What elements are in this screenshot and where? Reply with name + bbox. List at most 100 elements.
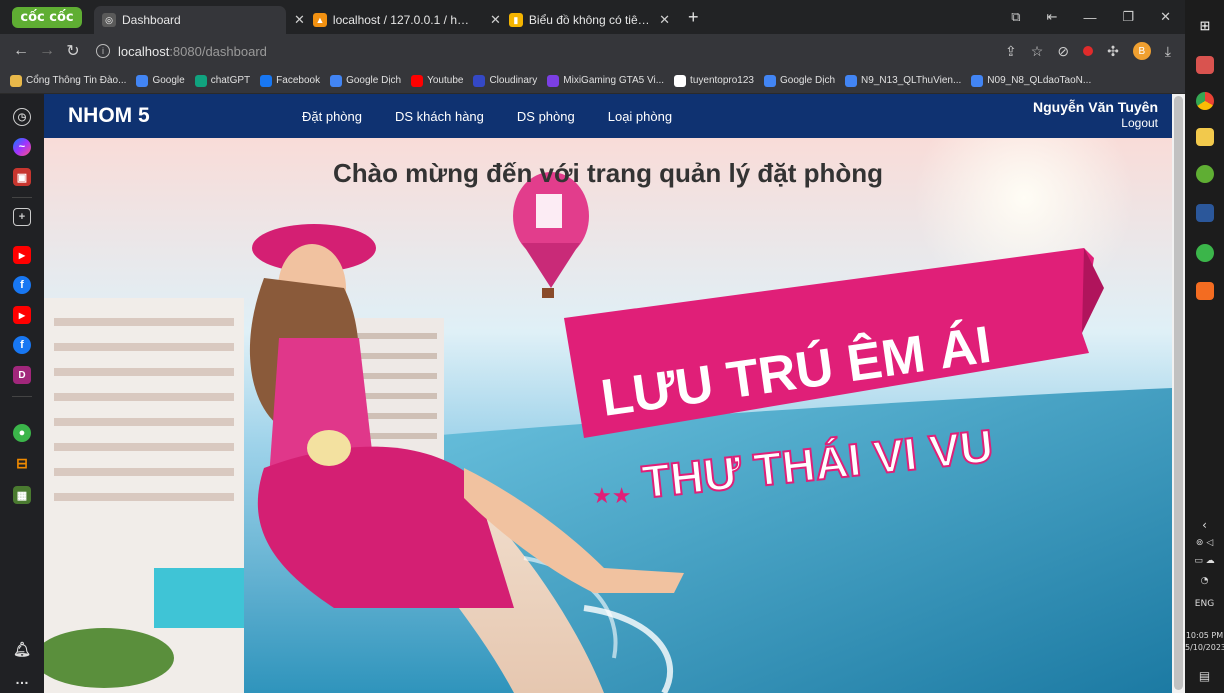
tab-dashboard[interactable]: ◎ Dashboard xyxy=(94,6,286,34)
app-navbar: NHOM 5 Đặt phòng DS khách hàng DS phòng … xyxy=(44,94,1172,138)
bookmark-item[interactable]: Google Dịch xyxy=(330,74,402,87)
page-title: Chào mừng đến với trang quản lý đặt phòn… xyxy=(332,158,884,188)
tab-label: Biểu đồ không có tiêu đề - d… xyxy=(528,13,653,27)
tab-label: localhost / 127.0.0.1 / hms / … xyxy=(332,13,474,27)
youtube-icon[interactable]: ▶ xyxy=(13,246,31,264)
main-nav: Đặt phòng DS khách hàng DS phòng Loại ph… xyxy=(302,94,672,138)
xampp-icon[interactable] xyxy=(1196,282,1214,300)
bookmark-item[interactable]: Google xyxy=(136,74,185,87)
url-field[interactable]: i localhost:8080/dashboard xyxy=(96,44,267,59)
nav-dat-phong[interactable]: Đặt phòng xyxy=(302,109,362,124)
scrollbar-thumb[interactable] xyxy=(1174,96,1183,690)
profile-avatar[interactable]: B xyxy=(1132,42,1151,60)
bookmark-item[interactable]: chatGPT xyxy=(194,74,251,87)
language-indicator[interactable]: ENG xyxy=(1185,599,1224,609)
tab-phpmyadmin[interactable]: ✕ ▲ localhost / 127.0.0.1 / hms / … xyxy=(286,6,482,34)
bookmark-favicon-icon xyxy=(971,74,984,87)
app-d-icon[interactable]: D xyxy=(13,366,31,384)
nav-ds-khach-hang[interactable]: DS khách hàng xyxy=(395,109,484,124)
history-icon[interactable]: ◷ xyxy=(13,108,31,126)
clock-time[interactable]: 10:05 PM xyxy=(1185,631,1224,640)
nav-loai-phong[interactable]: Loại phòng xyxy=(608,109,672,124)
browser-brand[interactable]: cốc cốc xyxy=(0,0,94,34)
app-logo[interactable]: NHOM 5 xyxy=(68,104,150,128)
bookmark-item[interactable]: tuyentopro123 xyxy=(674,74,754,87)
app-icon[interactable] xyxy=(1196,56,1214,74)
more-icon[interactable]: … xyxy=(13,670,31,688)
messenger-icon[interactable]: ~ xyxy=(13,138,31,156)
share-icon[interactable]: ⇪ xyxy=(1005,43,1017,60)
close-icon[interactable]: ✕ xyxy=(659,12,670,28)
minecraft-icon[interactable]: ▦ xyxy=(13,486,31,504)
add-icon[interactable]: + xyxy=(13,208,31,226)
battery-cloud-icon[interactable]: ▭ ☁ xyxy=(1185,556,1224,566)
toolbar-actions: ⇪ ☆ ⊘ ✣ B ⤓ xyxy=(1005,34,1171,68)
download-icon[interactable]: ⤓ xyxy=(1165,43,1171,60)
page-scrollbar[interactable] xyxy=(1172,94,1185,693)
chrome-icon[interactable] xyxy=(1196,92,1214,110)
wifi-icon[interactable]: ◔ xyxy=(1185,576,1224,586)
url-host: localhost xyxy=(118,43,170,59)
bookmark-label: Google Dịch xyxy=(780,75,836,86)
bookmark-item[interactable]: N9_N13_QLThuVien... xyxy=(845,74,961,87)
bookmark-item[interactable]: Cloudinary xyxy=(473,74,538,87)
forward-icon[interactable]: → xyxy=(34,42,60,60)
bookmark-favicon-icon xyxy=(845,74,858,87)
logout-link[interactable]: Logout xyxy=(1033,116,1158,130)
bookmark-item[interactable]: MixiGaming GTA5 Vi... xyxy=(547,74,664,87)
app-icon[interactable]: ▣ xyxy=(13,168,31,186)
bookmark-favicon-icon xyxy=(547,74,560,87)
bookmark-favicon-icon xyxy=(674,74,687,87)
bookmark-label: Facebook xyxy=(276,75,321,86)
close-icon[interactable]: ✕ xyxy=(490,12,501,28)
game-icon[interactable]: ● xyxy=(13,424,31,442)
record-icon[interactable] xyxy=(1083,46,1094,56)
star-icon: ★★ xyxy=(592,483,631,508)
bookmark-item[interactable]: Google Dịch xyxy=(764,74,836,87)
bookmark-star-icon[interactable]: ☆ xyxy=(1031,43,1044,60)
user-name: Nguyễn Văn Tuyên xyxy=(1033,99,1158,115)
bookmark-item[interactable]: N09_N8_QLdaoTaoN... xyxy=(971,74,1091,87)
word-icon[interactable] xyxy=(1196,204,1214,222)
file-explorer-icon[interactable] xyxy=(1196,128,1214,146)
bookmark-item[interactable]: Cổng Thông Tin Đào... xyxy=(10,74,126,87)
bookmark-item[interactable]: Youtube xyxy=(411,74,463,87)
youtube-icon[interactable]: ▶ xyxy=(13,306,31,324)
facebook-icon[interactable]: f xyxy=(13,336,31,354)
bookmark-label: chatGPT xyxy=(210,75,251,86)
adblock-icon[interactable]: ⊘ xyxy=(1057,43,1069,60)
bookmark-label: Google Dịch xyxy=(346,75,402,86)
coccoc-logo: cốc cốc xyxy=(12,6,82,28)
shopping-icon[interactable]: ⊟ xyxy=(13,454,31,472)
coccoc-icon[interactable] xyxy=(1196,165,1214,183)
divider xyxy=(12,396,32,397)
hero-illustration: LƯU TRÚ ÊM ÁI THƯ THÁI VI VU ★★ xyxy=(44,138,1172,693)
user-menu: Nguyễn Văn Tuyên Logout xyxy=(1033,99,1158,130)
network-volume-icon[interactable]: ⊚ ◁ xyxy=(1185,538,1224,548)
phpmyadmin-icon: ▲ xyxy=(312,13,327,27)
minimize-icon[interactable]: — xyxy=(1083,10,1096,25)
hero-banner: LƯU TRÚ ÊM ÁI THƯ THÁI VI VU ★★ Chào mừn… xyxy=(44,138,1172,693)
facebook-icon[interactable]: f xyxy=(13,276,31,294)
chevron-left-icon[interactable]: ‹ xyxy=(1185,518,1224,532)
tab-search-icon[interactable]: ⧉ xyxy=(1011,9,1020,25)
tab-chart[interactable]: ✕ ▮ Biểu đồ không có tiêu đề - d… ✕ xyxy=(482,6,678,34)
app-green-icon[interactable] xyxy=(1196,244,1214,262)
bookmark-label: Cloudinary xyxy=(489,75,538,86)
site-info-icon[interactable]: i xyxy=(96,44,110,58)
notification-icon[interactable]: ▤ xyxy=(1185,669,1224,683)
back-icon[interactable]: ← xyxy=(8,42,34,60)
windows-start-icon[interactable]: ⊞ xyxy=(1196,18,1214,36)
close-icon[interactable]: ✕ xyxy=(294,12,305,28)
reload-icon[interactable]: ↻ xyxy=(60,41,86,61)
restore-icon[interactable]: ❐ xyxy=(1122,9,1134,25)
bookmark-favicon-icon xyxy=(260,74,273,87)
bell-icon[interactable]: 🔔︎ xyxy=(13,640,31,658)
nav-ds-phong[interactable]: DS phòng xyxy=(517,109,575,124)
new-tab-button[interactable]: + xyxy=(678,7,709,34)
close-window-icon[interactable]: ✕ xyxy=(1160,9,1171,25)
clock-date[interactable]: 5/10/2023 xyxy=(1185,643,1224,652)
extensions-icon[interactable]: ✣ xyxy=(1107,43,1119,60)
sidebar-toggle-icon[interactable]: ⇤ xyxy=(1047,9,1058,25)
bookmark-item[interactable]: Facebook xyxy=(260,74,321,87)
